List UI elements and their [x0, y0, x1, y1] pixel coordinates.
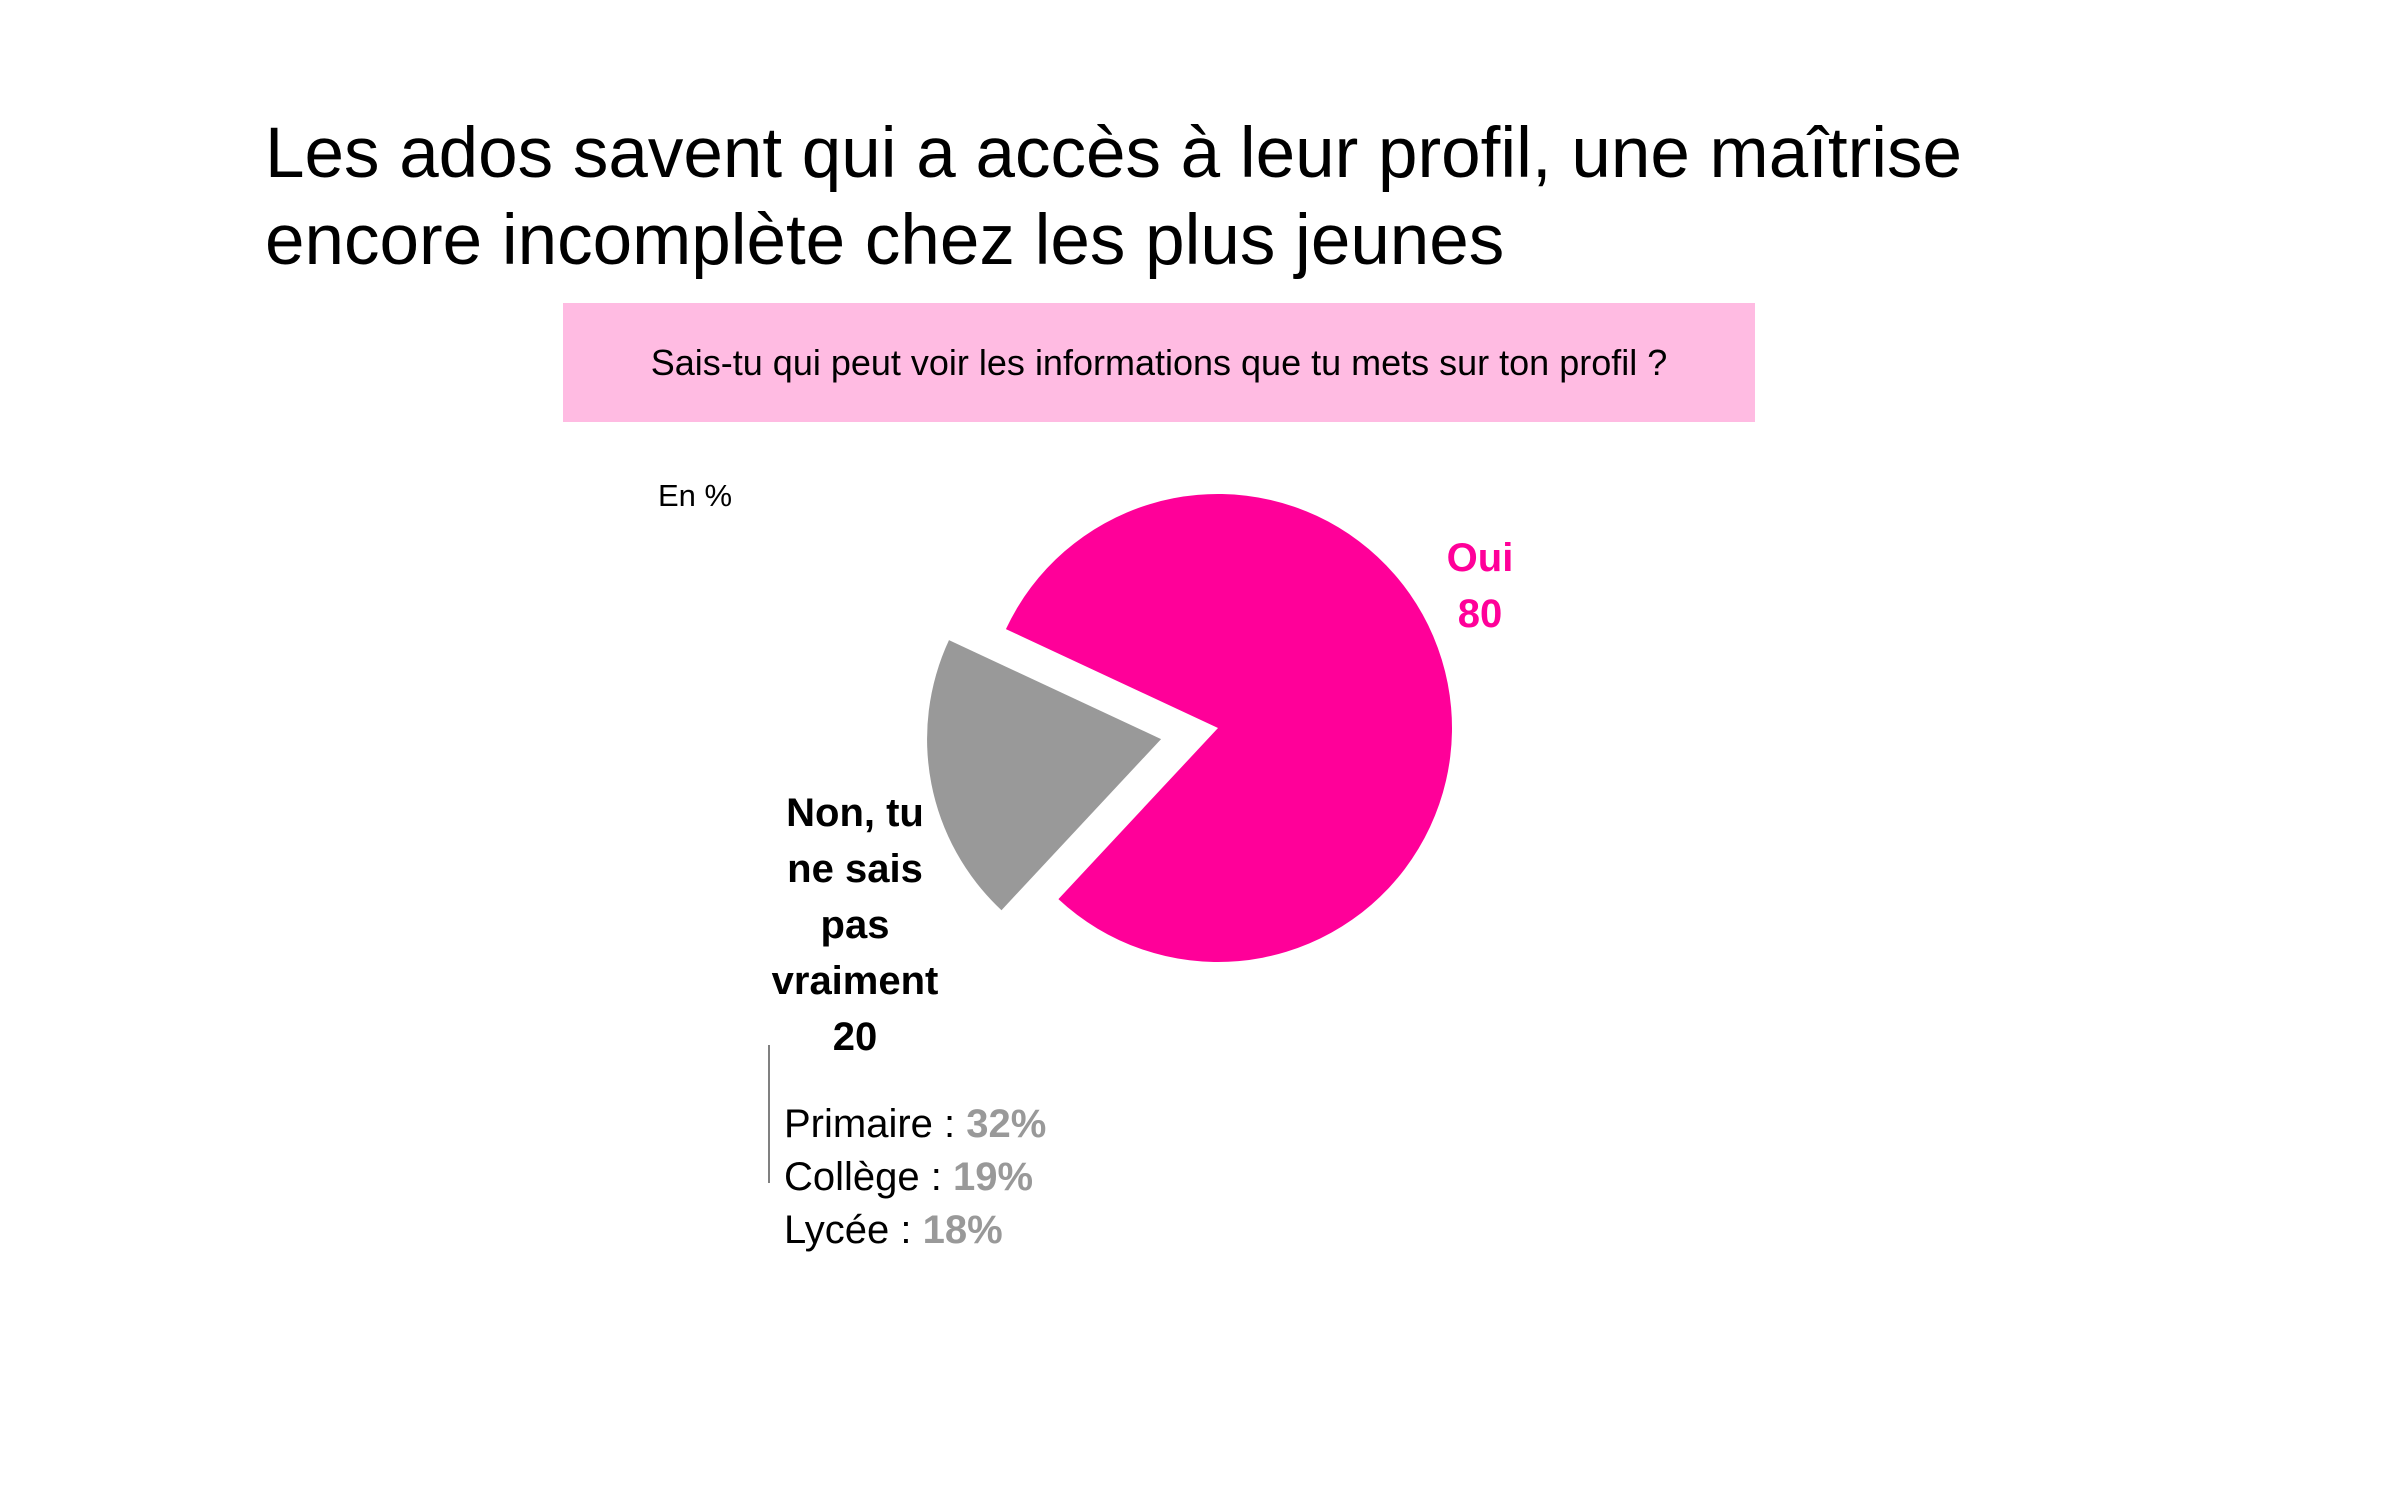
slice-label-non-value: 20: [832, 1015, 878, 1059]
breakdown-value: 18%: [922, 1208, 1003, 1252]
slice-label-non-line-4: vraiment: [771, 959, 939, 1003]
slice-label-oui-value: 80: [1457, 592, 1503, 636]
slice-label-non-line-3: pas: [820, 903, 890, 947]
slice-label-oui: Oui 80: [1380, 530, 1580, 642]
breakdown-value: 32%: [966, 1102, 1047, 1146]
breakdown-bracket-line: [768, 1045, 770, 1183]
breakdown-list: Primaire : 32% Collège : 19% Lycée : 18%: [784, 1098, 1046, 1257]
breakdown-row-primaire: Primaire : 32%: [784, 1098, 1046, 1151]
breakdown-value: 19%: [952, 1155, 1034, 1199]
breakdown-label: Primaire :: [784, 1102, 967, 1146]
slice-label-oui-name: Oui: [1446, 536, 1514, 580]
slice-label-non: Non, tu ne sais pas vraiment 20: [720, 785, 990, 1065]
breakdown-label: Collège :: [784, 1155, 953, 1199]
breakdown-row-college: Collège : 19%: [784, 1151, 1046, 1204]
breakdown-row-lycee: Lycée : 18%: [784, 1204, 1046, 1257]
slice-label-non-line-1: Non, tu: [786, 791, 924, 835]
slide: Les ados savent qui a accès à leur profi…: [0, 0, 2397, 1498]
breakdown-label: Lycée :: [784, 1208, 923, 1252]
slice-label-non-line-2: ne sais: [787, 847, 923, 891]
pie-chart: [927, 494, 1452, 962]
